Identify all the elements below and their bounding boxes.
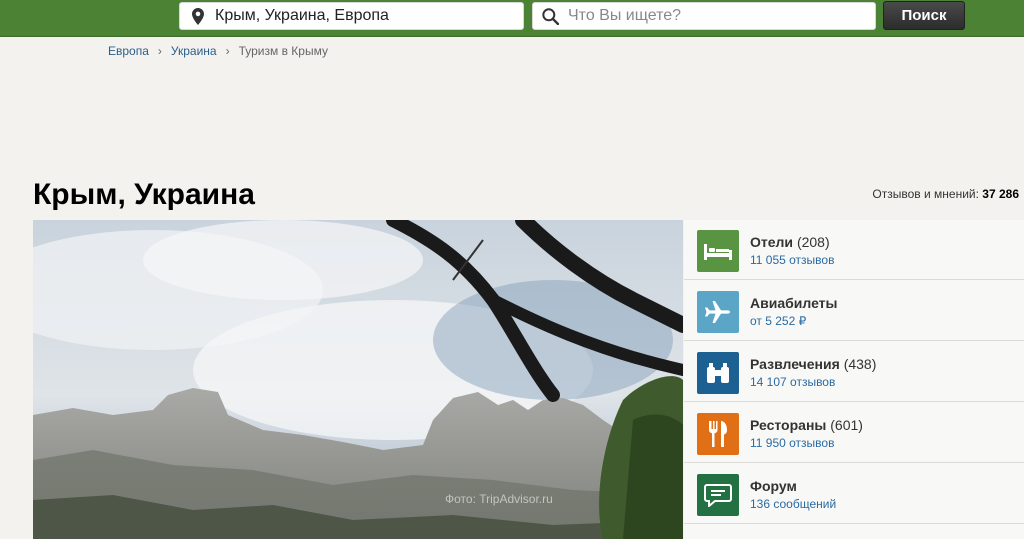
category-hotels[interactable]: Отели (208) 11 055 отзывов (684, 220, 1024, 280)
location-field[interactable]: Крым, Украина, Европа (179, 2, 524, 30)
hero-photo[interactable]: Фото: TripAdvisor.ru (33, 220, 683, 539)
breadcrumb-current: Туризм в Крыму (238, 44, 328, 58)
search-icon (542, 7, 560, 25)
breadcrumb-europe[interactable]: Европа (108, 44, 149, 58)
map-pin-icon (191, 6, 205, 26)
search-button[interactable]: Поиск (883, 1, 965, 30)
category-name: Рестораны (750, 417, 827, 433)
category-name: Форум (750, 478, 797, 494)
fork-knife-icon (697, 413, 739, 455)
category-reviews[interactable]: 11 950 отзывов (750, 436, 863, 450)
chat-bubble-icon (697, 474, 739, 516)
reviews-count: Отзывов и мнений: 37 286 (872, 187, 1019, 201)
category-reviews[interactable]: 11 055 отзывов (750, 253, 834, 267)
category-attractions[interactable]: Развлечения (438) 14 107 отзывов (684, 342, 1024, 402)
search-input[interactable] (568, 7, 868, 25)
category-count: (438) (843, 356, 877, 372)
category-name: Развлечения (750, 356, 840, 372)
category-count: (208) (796, 234, 830, 250)
category-restaurants[interactable]: Рестораны (601) 11 950 отзывов (684, 403, 1024, 463)
page-title: Крым, Украина (33, 178, 255, 211)
category-forum[interactable]: Форум 136 сообщений (684, 464, 1024, 524)
category-price[interactable]: от 5 252 ₽ (750, 314, 838, 328)
category-posts[interactable]: 136 сообщений (750, 497, 836, 511)
breadcrumb: Европа › Украина › Туризм в Крыму (108, 44, 328, 58)
category-flights[interactable]: Авиабилеты от 5 252 ₽ (684, 281, 1024, 341)
category-reviews[interactable]: 14 107 отзывов (750, 375, 876, 389)
airplane-icon (697, 291, 739, 333)
binoculars-icon (697, 352, 739, 394)
location-value: Крым, Украина, Европа (215, 7, 389, 24)
breadcrumb-separator: › (157, 44, 162, 58)
breadcrumb-separator: › (225, 44, 230, 58)
category-name: Авиабилеты (750, 295, 838, 311)
bed-icon (697, 230, 739, 272)
reviews-number: 37 286 (982, 187, 1019, 201)
top-bar: Крым, Украина, Европа Поиск (0, 0, 1024, 37)
photo-watermark: Фото: TripAdvisor.ru (445, 492, 553, 506)
breadcrumb-ukraine[interactable]: Украина (171, 44, 217, 58)
reviews-label: Отзывов и мнений: (872, 187, 979, 201)
category-count: (601) (830, 417, 863, 433)
category-panel: Отели (208) 11 055 отзывов Авиабилеты от… (684, 220, 1024, 539)
category-name: Отели (750, 234, 794, 250)
search-field[interactable] (532, 2, 876, 30)
mountain-photo (33, 220, 683, 539)
